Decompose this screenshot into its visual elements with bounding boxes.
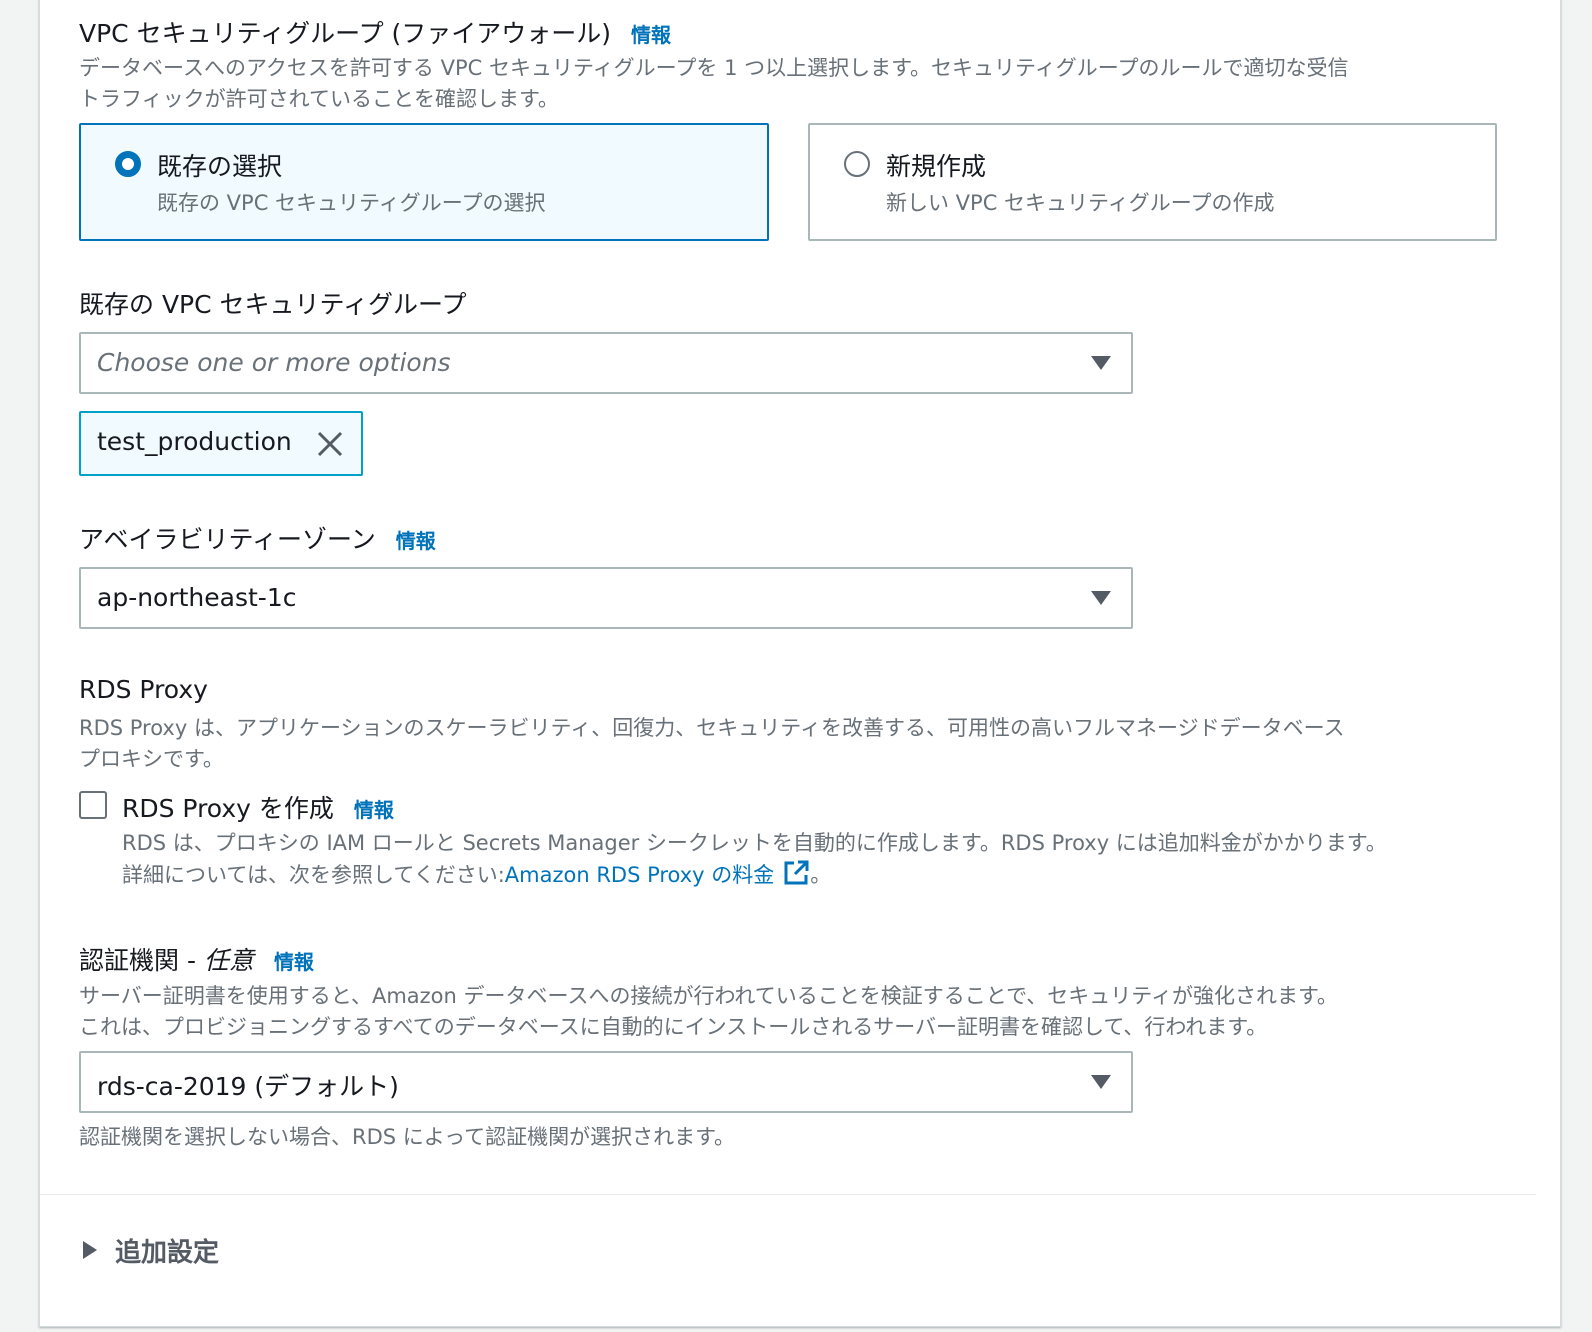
tile-choose-existing[interactable]: 既存の選択 既存の VPC セキュリティグループの選択 <box>79 123 769 241</box>
sg-token-label: test_production <box>97 427 292 456</box>
availability-zone-heading: アベイラビリティーゾーン 情報 <box>79 520 436 556</box>
rds-proxy-checkbox-heading: RDS Proxy を作成 情報 <box>122 789 394 825</box>
availability-zone-label: アベイラビリティーゾーン <box>79 525 376 554</box>
sg-token: test_production <box>79 411 363 476</box>
certificate-authority-info-link[interactable]: 情報 <box>274 950 314 974</box>
additional-settings-label: 追加設定 <box>115 1238 220 1268</box>
rds-proxy-description-line1: RDS Proxy は、アプリケーションのスケーラビリティ、回復力、セキュリティ… <box>79 716 1345 740</box>
rds-proxy-checkbox-label[interactable]: RDS Proxy を作成 <box>122 794 334 823</box>
certificate-authority-description-line2: これは、プロビジョニングするすべてのデータベースに自動的にインストールされるサー… <box>79 1015 1268 1039</box>
certificate-authority-hint: 認証機関を選択しない場合、RDS によって認証機関が選択されます。 <box>79 1125 735 1149</box>
caret-right-icon[interactable] <box>79 1239 101 1261</box>
caret-down-icon <box>1091 591 1111 605</box>
section-divider <box>40 1194 1536 1195</box>
tile-create-new[interactable]: 新規作成 新しい VPC セキュリティグループの作成 <box>808 123 1497 241</box>
rds-proxy-details-suffix: 。 <box>810 863 832 887</box>
security-group-info-link[interactable]: 情報 <box>631 23 671 47</box>
radio-selected-icon[interactable] <box>115 151 141 177</box>
rds-proxy-pricing-link[interactable]: Amazon RDS Proxy の料金 <box>505 863 775 887</box>
security-group-description: データベースへのアクセスを許可する VPC セキュリティグループを 1 つ以上選… <box>79 53 1349 115</box>
certificate-authority-select[interactable]: rds-ca-2019 (デフォルト) <box>79 1051 1133 1113</box>
radio-unselected-icon[interactable] <box>844 151 870 177</box>
rds-proxy-checkbox-description-line2: 詳細については、次を参照してください:Amazon RDS Proxy の料金 … <box>122 859 1387 891</box>
certificate-authority-label: 認証機関 - <box>79 946 204 975</box>
security-group-label: VPC セキュリティグループ (ファイアウォール) <box>79 19 612 48</box>
security-group-description-line2: トラフィックが許可されていることを確認します。 <box>79 87 559 111</box>
certificate-authority-value: rds-ca-2019 (デフォルト) <box>97 1072 399 1101</box>
availability-zone-value: ap-northeast-1c <box>97 583 297 612</box>
tile-choose-existing-description: 既存の VPC セキュリティグループの選択 <box>157 191 546 215</box>
caret-down-icon <box>1091 1075 1111 1089</box>
certificate-authority-description: サーバー証明書を使用すると、Amazon データベースへの接続が行われていること… <box>79 981 1338 1043</box>
rds-proxy-details-prefix: 詳細については、次を参照してください: <box>122 863 505 887</box>
certificate-authority-heading: 認証機関 - 任意 情報 <box>79 941 314 977</box>
security-group-heading: VPC セキュリティグループ (ファイアウォール) 情報 <box>79 14 671 50</box>
rds-proxy-checkbox-description: RDS は、プロキシの IAM ロールと Secrets Manager シーク… <box>122 828 1387 891</box>
existing-sg-label: 既存の VPC セキュリティグループ <box>79 290 467 319</box>
tile-choose-existing-title: 既存の選択 <box>157 152 283 181</box>
certificate-authority-description-line1: サーバー証明書を使用すると、Amazon データベースへの接続が行われていること… <box>79 984 1338 1008</box>
caret-down-icon <box>1091 356 1111 370</box>
rds-proxy-label: RDS Proxy <box>79 675 208 704</box>
certificate-authority-optional: 任意 <box>203 946 254 975</box>
rds-proxy-checkbox-description-line1: RDS は、プロキシの IAM ロールと Secrets Manager シーク… <box>122 831 1387 855</box>
external-link-icon[interactable] <box>782 859 810 887</box>
availability-zone-info-link[interactable]: 情報 <box>396 529 436 553</box>
rds-proxy-info-link[interactable]: 情報 <box>354 798 394 822</box>
rds-proxy-description: RDS Proxy は、アプリケーションのスケーラビリティ、回復力、セキュリティ… <box>79 713 1345 775</box>
existing-sg-placeholder: Choose one or more options <box>97 348 451 377</box>
tile-create-new-description: 新しい VPC セキュリティグループの作成 <box>886 191 1275 215</box>
security-group-description-line1: データベースへのアクセスを許可する VPC セキュリティグループを 1 つ以上選… <box>79 56 1349 80</box>
availability-zone-select[interactable]: ap-northeast-1c <box>79 567 1133 629</box>
rds-proxy-description-line2: プロキシです。 <box>79 747 224 771</box>
existing-sg-multiselect[interactable]: Choose one or more options <box>79 332 1133 394</box>
rds-proxy-checkbox[interactable] <box>79 791 107 819</box>
close-icon[interactable] <box>315 429 345 459</box>
tile-create-new-title: 新規作成 <box>886 152 987 181</box>
